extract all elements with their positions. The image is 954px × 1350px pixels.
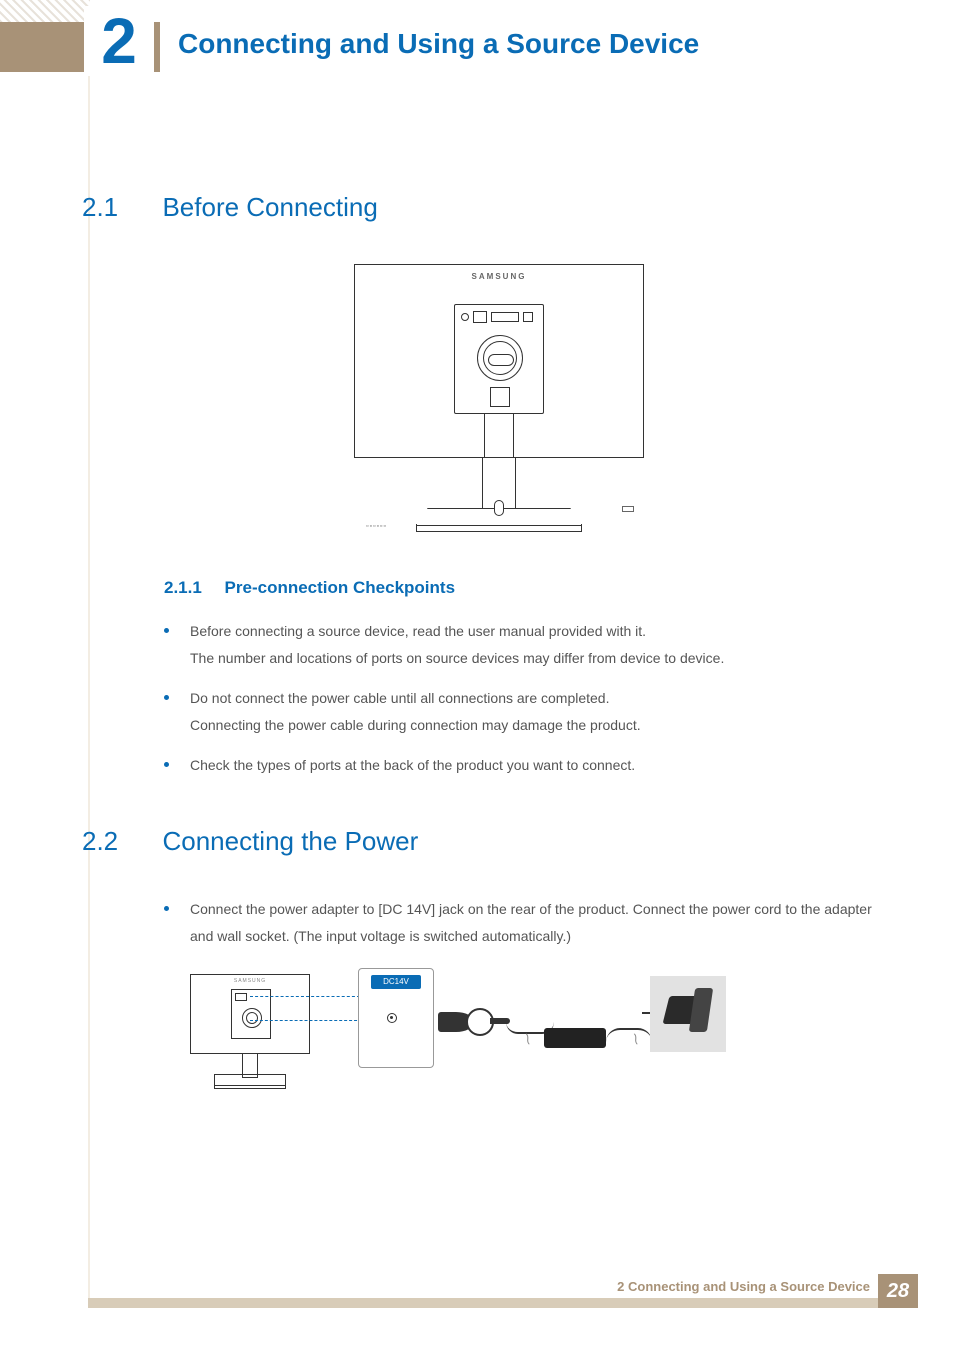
bullet-text: Check the types of ports at the back of …: [190, 752, 874, 779]
margin-line: [88, 72, 90, 1302]
list-item: Connect the power adapter to [DC 14V] ja…: [164, 896, 874, 949]
adapter-box-icon: [544, 1028, 606, 1048]
section-title: Connecting the Power: [162, 826, 418, 856]
section-title: Before Connecting: [162, 192, 377, 222]
section-2-2-heading: 2.2 Connecting the Power: [82, 826, 418, 857]
list-item: Before connecting a source device, read …: [164, 618, 874, 671]
footer-chapter-text: 2 Connecting and Using a Source Device: [617, 1279, 870, 1294]
stand-mount: [484, 414, 514, 458]
list-item: Check the types of ports at the back of …: [164, 752, 874, 779]
wall-plug-icon: [663, 996, 706, 1024]
subsection-title: Pre-connection Checkpoints: [225, 578, 455, 597]
vent-icon: [477, 335, 523, 381]
callout-line: [250, 996, 360, 1032]
break-icon: ⁓: [520, 1032, 536, 1046]
port-row: [461, 311, 537, 325]
port-icon: [461, 313, 469, 321]
subsection-number: 2.1.1: [164, 578, 202, 598]
port-icon: [235, 993, 247, 1001]
port-icon: [491, 312, 519, 322]
port-icon: [523, 312, 533, 322]
footer-bar: [88, 1298, 918, 1308]
dc-label: DC14V: [371, 975, 421, 989]
list-item: Do not connect the power cable until all…: [164, 685, 874, 738]
adapter-plug-icon: [438, 1006, 508, 1038]
bullet-text: Do not connect the power cable until all…: [190, 685, 874, 712]
page-number: 28: [878, 1274, 918, 1308]
dc-jack-icon: [387, 1013, 397, 1023]
bullet-text: The number and locations of ports on sou…: [190, 645, 874, 672]
brand-label: SAMSUNG: [191, 978, 309, 984]
bullet-text: Connect the power adapter to [DC 14V] ja…: [190, 901, 872, 944]
dc-port-callout: DC14V: [358, 968, 434, 1068]
bullet-text: Before connecting a source device, read …: [190, 618, 874, 645]
slot-icon: [490, 387, 510, 407]
section-number: 2.2: [82, 826, 158, 857]
section-number: 2.1: [82, 192, 158, 223]
power-indicator-icon: [622, 506, 634, 512]
stand-base: [214, 1084, 286, 1089]
break-icon: ⁓: [628, 1032, 644, 1046]
bullet-text: Connecting the power cable during connec…: [190, 712, 874, 739]
section-2-1-heading: 2.1 Before Connecting: [82, 192, 378, 223]
port-icon: [473, 311, 487, 323]
subsection-2-1-1-heading: 2.1.1 Pre-connection Checkpoints: [164, 578, 455, 598]
chapter-number: 2: [101, 9, 137, 73]
header-hatch: [0, 0, 90, 22]
port-panel: [454, 304, 544, 414]
bullet-list-1: Before connecting a source device, read …: [164, 618, 874, 793]
chapter-badge: 2: [88, 10, 150, 72]
figure-power-connection: SAMSUNG DC14V ⁓ ⁓: [190, 968, 870, 1098]
cable-hole-icon: [494, 500, 504, 516]
brand-label: SAMSUNG: [354, 272, 644, 281]
button-row: ▫▫▫▫▫▫: [366, 523, 387, 530]
bullet-list-2: Connect the power adapter to [DC 14V] ja…: [164, 896, 874, 963]
callout-line: [250, 1020, 362, 1021]
chapter-title: Connecting and Using a Source Device: [178, 28, 699, 60]
monitor-outline: SAMSUNG ▫▫▫▫▫▫: [354, 264, 644, 458]
figure-monitor-rear: SAMSUNG ▫▫▫▫▫▫: [354, 264, 644, 534]
